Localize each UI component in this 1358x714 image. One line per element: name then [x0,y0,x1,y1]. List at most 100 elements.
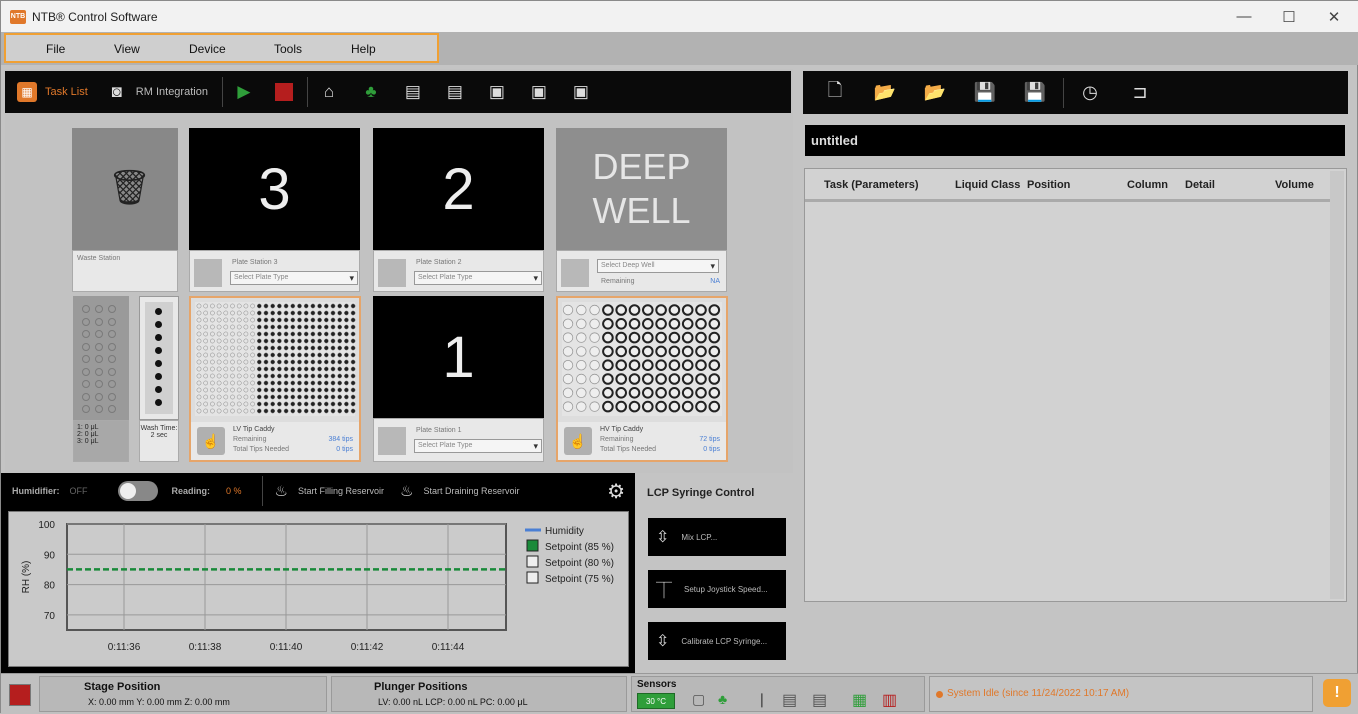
lv-tip [330,380,336,386]
lv-tip-caddy[interactable]: ☝ LV Tip Caddy Remaining 384 tips Total … [189,296,361,462]
lv-tip [303,359,309,365]
hv-tip [708,318,721,330]
wash-column-well [155,373,162,380]
hv-tip [615,373,628,385]
maximize-button[interactable]: ☐ [1266,1,1312,32]
lv-tip [290,338,296,344]
lv-tip [323,317,329,323]
hv-tip [642,400,654,413]
clock-icon[interactable]: ◷ [1078,81,1102,105]
plate-station-1[interactable]: 1 [373,296,544,418]
wash-column-wells [145,302,173,414]
lv-tip [344,331,349,337]
lv-tip [350,324,356,330]
plate-sensor-icon-1: ▤ [782,692,798,709]
close-button[interactable]: ✕ [1311,1,1357,32]
lv-tip [344,352,349,358]
humidifier-toggle[interactable] [117,481,158,501]
menu-tools[interactable]: Tools [274,42,302,56]
col-position[interactable]: Position [1027,179,1070,191]
lv-tip [263,331,269,337]
lv-tip [297,303,302,309]
x-tick-label: 0:11:44 [432,642,465,653]
y-tick-label: 80 [44,581,56,592]
rm-integration-tab[interactable]: ◙ RM Integration [106,77,208,107]
hv-tip [628,318,641,330]
deep-well-select[interactable]: Select Deep Well [597,259,719,273]
menu-device[interactable]: Device [189,42,226,56]
calibrate-syringe-button[interactable]: ⇳ Calibrate LCP Syringe... [648,622,786,660]
deep-well-station[interactable]: DEEP WELL [556,128,727,250]
plate-station-2[interactable]: 2 [373,128,544,250]
notification-icon[interactable]: ! [1323,679,1351,707]
plate-view-2-icon[interactable]: ▤ [444,81,466,103]
hv-tip [589,401,600,412]
plate-station-2-select[interactable]: Select Plate Type [414,271,542,285]
task-list-label: Task List [45,86,88,98]
toggle-knob [119,483,136,499]
emergency-stop-icon[interactable] [9,684,31,706]
deep-well-line2: WELL [592,190,691,231]
open-recent-icon[interactable]: 📂 [923,81,947,105]
plate-station-3-select[interactable]: Select Plate Type [230,271,358,285]
lv-tip [263,338,269,344]
task-table-scrollbar[interactable] [1330,171,1344,599]
lv-tip [323,345,329,351]
home-icon[interactable]: ⌂ [318,81,340,103]
save-as-icon[interactable]: 💾 [1023,81,1047,105]
start-filling-button[interactable]: ♨ Start Filling Reservoir [275,482,384,500]
col-liquid-class[interactable]: Liquid Class [955,179,1020,191]
hv-tip [695,359,707,371]
col-task[interactable]: Task (Parameters) [824,179,919,191]
plate-view-1-icon[interactable]: ▤ [402,81,424,103]
lv-tip [350,317,356,323]
play-icon[interactable]: ▶ [233,81,255,103]
plate-view-3-icon[interactable]: ▣ [486,81,508,103]
lv-tip [337,345,343,351]
plunger-positions-box: Plunger Positions LV: 0.00 nL LCP: 0.00 … [331,676,627,712]
menu-help[interactable]: Help [351,42,376,56]
lv-needed-label: Total Tips Needed [233,446,290,453]
main-toolbar: ▦ Task List ◙ RM Integration ▶ ⌂ ♣ ▤ ▤ ▣… [5,71,791,113]
lv-tip [256,373,262,379]
lv-needed-value: 0 tips [336,446,353,453]
waste-station[interactable]: 🗑 [72,128,178,250]
stop-button[interactable] [273,81,295,103]
start-draining-button[interactable]: ♨ Start Draining Reservoir [400,482,520,500]
lv-tip [310,317,316,323]
col-volume[interactable]: Volume [1275,179,1314,191]
wash-well [108,330,116,338]
hv-tip [615,331,628,344]
hv-tip-caddy[interactable]: ☝ HV Tip Caddy Remaining 72 tips Total T… [556,296,728,462]
plate-station-3[interactable]: 3 [189,128,360,250]
lv-tip [270,401,276,407]
lv-tip [297,394,302,400]
menu-view[interactable]: View [114,42,140,56]
task-list-tab[interactable]: ▦ Task List [17,77,88,107]
wash-column-well [155,321,162,328]
plate-station-1-select[interactable]: Select Plate Type [414,439,542,453]
save-icon[interactable]: 💾 [973,81,997,105]
lv-tip [337,317,343,323]
col-detail[interactable]: Detail [1185,179,1215,191]
lv-tip [263,317,269,323]
reading-value: 0 % [226,486,242,496]
run-history-icon[interactable]: ⊐ [1128,81,1152,105]
mix-lcp-button[interactable]: ⇳ Mix LCP... [648,518,786,556]
open-folder-icon[interactable]: 📂 [873,81,897,105]
gear-icon[interactable]: ⚙ [607,479,625,504]
file-name-field[interactable]: untitled [805,125,1345,156]
minimize-button[interactable]: — [1221,1,1267,32]
plate-view-5-icon[interactable]: ▣ [570,81,592,103]
lv-tip [310,324,316,330]
lv-tip [350,380,356,386]
col-column[interactable]: Column [1127,179,1168,191]
setup-joystick-button[interactable]: ⏉ Setup Joystick Speed... [648,570,786,608]
new-file-icon[interactable]: 🗋 [823,80,847,105]
hv-tip [589,359,600,371]
plate-view-4-icon[interactable]: ▣ [528,81,550,103]
legend-label: Setpoint (75 %) [545,574,614,585]
menu-file[interactable]: File [46,42,65,56]
hv-tip [655,304,667,316]
tree-icon[interactable]: ♣ [360,81,382,103]
